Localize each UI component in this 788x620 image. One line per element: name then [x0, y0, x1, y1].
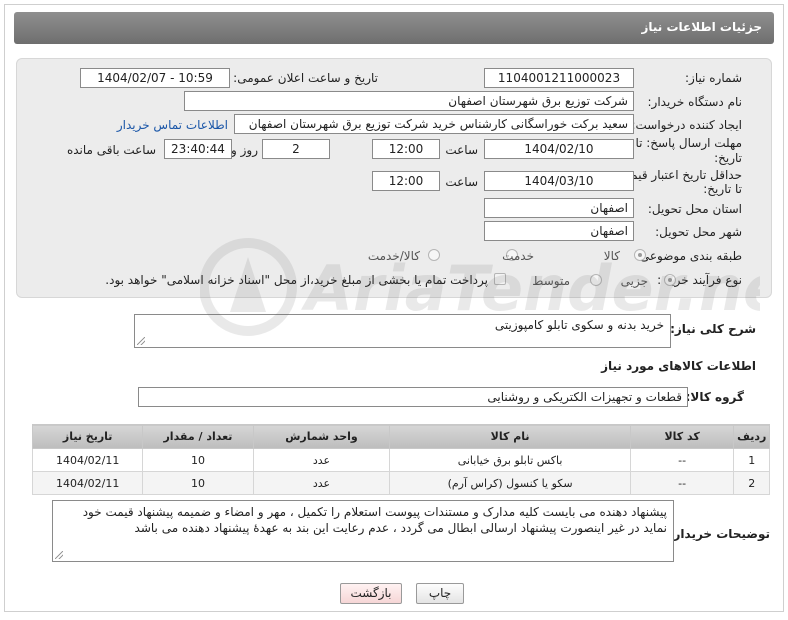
table-row: 2 -- سکو یا کنسول (کراس آرم) عدد 10 1404… — [31, 471, 770, 495]
reply-deadline-label-line1: مهلت ارسال پاسخ: تا — [635, 136, 742, 150]
table-row: 1 -- باکس تابلو برق خیابانی عدد 10 1404/… — [31, 448, 770, 472]
category-label: طبقه بندی موضوعی: — [635, 249, 742, 263]
back-button[interactable]: بازگشت — [340, 583, 402, 604]
purchase-type-option-minor: جزیی — [620, 274, 648, 288]
buyer-org-field: شرکت توزیع برق شهرستان اصفهان — [184, 91, 634, 111]
cell-item-code: -- — [629, 471, 735, 495]
delivery-city-field: اصفهان — [484, 221, 634, 241]
price-validity-time-field: 12:00 — [372, 171, 440, 191]
buyer-contact-link[interactable]: اطلاعات تماس خریدار — [117, 118, 228, 132]
buyer-notes-text: پیشنهاد دهنده می بایست کلیه مدارک و مستن… — [82, 505, 667, 535]
treasury-payment-note: پرداخت تمام یا بخشی از مبلغ خرید،از محل … — [105, 273, 488, 287]
page-header: جزئیات اطلاعات نیاز — [14, 12, 774, 44]
cell-unit: عدد — [252, 448, 391, 472]
cell-item-name: سکو یا کنسول (کراس آرم) — [389, 471, 631, 495]
price-validity-label-line1: حداقل تاریخ اعتبار قیمت: — [615, 168, 742, 182]
resize-grip-icon[interactable] — [137, 337, 145, 345]
cell-item-code: -- — [629, 448, 735, 472]
price-validity-date-field: 1404/03/10 — [484, 171, 634, 191]
purchase-type-option-medium: متوسط — [532, 274, 570, 288]
remaining-time-field: 23:40:44 — [164, 139, 232, 159]
category-radio-goods[interactable] — [634, 249, 646, 261]
price-validity-time-label: ساعت — [445, 175, 478, 189]
cell-need-date: 1404/02/11 — [31, 448, 144, 472]
category-option-goods: کالا — [603, 249, 620, 263]
resize-grip-icon[interactable] — [55, 551, 63, 559]
reply-deadline-days-label: روز و — [231, 143, 258, 157]
category-option-goods-service: کالا/خدمت — [367, 249, 420, 263]
reply-deadline-days-field: 2 — [262, 139, 330, 159]
announce-datetime-field: 1404/02/07 - 10:59 — [80, 68, 230, 88]
col-header-row-number: ردیف — [733, 424, 770, 449]
cell-quantity: 10 — [142, 448, 254, 472]
goods-group-field: قطعات و تجهیزات الکتریکی و روشنایی — [138, 387, 688, 407]
delivery-city-label: شهر محل تحویل: — [655, 225, 742, 239]
page-title: جزئیات اطلاعات نیاز — [641, 20, 762, 34]
reply-deadline-time-label: ساعت — [445, 143, 478, 157]
cell-item-name: باکس تابلو برق خیابانی — [389, 448, 631, 472]
buyer-org-label: نام دستگاه خریدار: — [647, 95, 743, 109]
delivery-province-label: استان محل تحویل: — [647, 202, 742, 216]
goods-table-header-row: ردیف کد کالا نام کالا واحد شمارش تعداد /… — [31, 424, 770, 449]
purchase-type-radio-minor[interactable] — [664, 274, 676, 286]
print-button[interactable]: چاپ — [416, 583, 464, 604]
reply-deadline-time-field: 12:00 — [372, 139, 440, 159]
cell-row-number: 2 — [733, 471, 770, 495]
col-header-item-name: نام کالا — [389, 424, 631, 449]
delivery-province-field: اصفهان — [484, 198, 634, 218]
col-header-item-code: کد کالا — [629, 424, 735, 449]
col-header-unit: واحد شمارش — [252, 424, 391, 449]
need-number-field: 1104001211000023 — [484, 68, 634, 88]
announce-datetime-label: تاریخ و ساعت اعلان عمومی: — [233, 71, 378, 85]
price-validity-label-line2: تا تاریخ: — [703, 182, 742, 196]
summary-text: خرید بدنه و سکوی تابلو کامپوزیتی — [494, 318, 664, 332]
need-number-label: شماره نیاز: — [685, 71, 742, 85]
goods-group-label: گروه کالا: — [685, 390, 744, 404]
buyer-notes-label: توضیحات خریدار: — [668, 527, 770, 541]
requester-label: ایجاد کننده درخواست: — [631, 118, 742, 132]
remaining-time-label: ساعت باقی مانده — [66, 143, 156, 157]
purchase-type-radio-medium[interactable] — [590, 274, 602, 286]
category-radio-goods-service[interactable] — [428, 249, 440, 261]
cell-unit: عدد — [252, 471, 391, 495]
col-header-need-date: تاریخ نیاز — [31, 424, 144, 449]
summary-label: شرح کلی نیاز: — [670, 322, 756, 336]
goods-section-title: اطلاعات کالاهای مورد نیاز — [601, 359, 756, 373]
cell-quantity: 10 — [142, 471, 254, 495]
category-option-service: خدمت — [502, 249, 534, 263]
cell-need-date: 1404/02/11 — [31, 471, 144, 495]
summary-textarea[interactable]: خرید بدنه و سکوی تابلو کامپوزیتی — [134, 314, 671, 348]
treasury-payment-checkbox[interactable] — [494, 273, 506, 285]
buyer-notes-textarea[interactable]: پیشنهاد دهنده می بایست کلیه مدارک و مستن… — [52, 500, 674, 562]
reply-deadline-label-line2: تاریخ: — [714, 151, 742, 165]
goods-table: ردیف کد کالا نام کالا واحد شمارش تعداد /… — [31, 424, 770, 495]
col-header-quantity: تعداد / مقدار — [142, 424, 254, 449]
cell-row-number: 1 — [733, 448, 770, 472]
reply-deadline-date-field: 1404/02/10 — [484, 139, 634, 159]
requester-field: سعید برکت خوراسگانی کارشناس خرید شرکت تو… — [234, 114, 634, 134]
